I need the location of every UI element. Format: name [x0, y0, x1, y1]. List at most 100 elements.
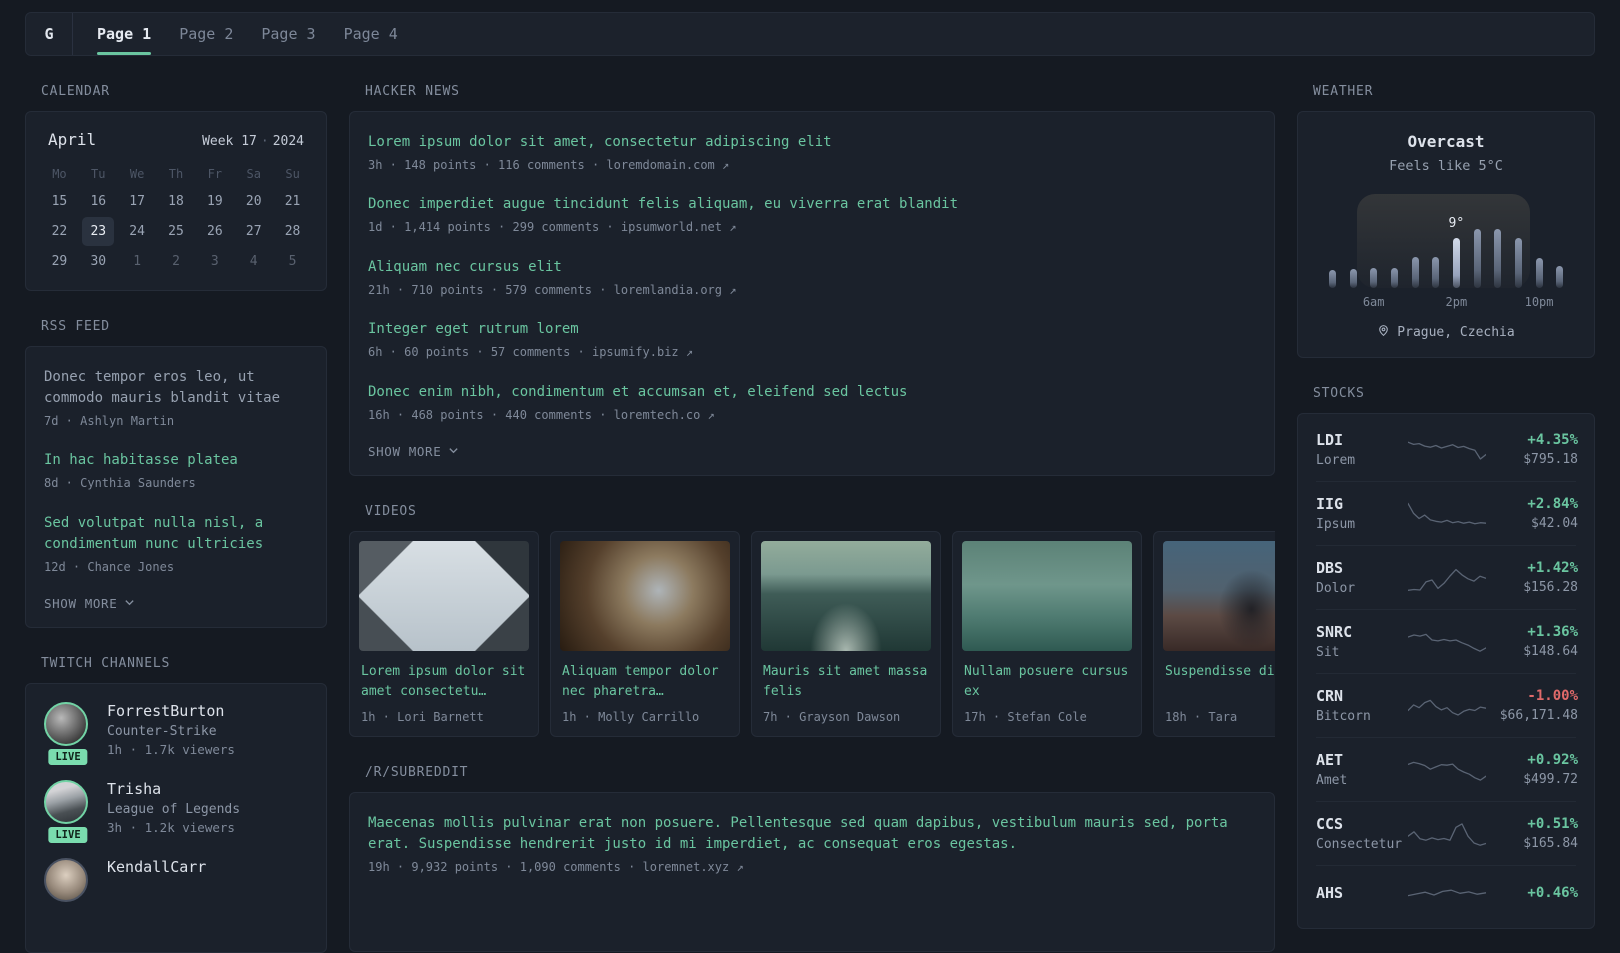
- weather-card: Overcast Feels like 5°C 6am 9° 2pm 10pm …: [1297, 111, 1595, 358]
- subreddit-post-title[interactable]: Maecenas mollis pulvinar erat non posuer…: [368, 813, 1256, 855]
- stock-row[interactable]: LDI Lorem +4.35% $795.18: [1316, 418, 1578, 481]
- video-title[interactable]: Aliquam tempor dolor nec pharetra…: [562, 662, 728, 702]
- video-thumbnail[interactable]: [1163, 540, 1275, 651]
- twitch-channel-name[interactable]: KendallCarr: [107, 858, 206, 876]
- chevron-down-icon: [124, 596, 135, 611]
- twitch-card: LIVE ForrestBurton Counter-Strike 1h · 1…: [25, 683, 327, 953]
- stocks-widget-title: STOCKS: [1313, 386, 1365, 401]
- avatar[interactable]: [44, 858, 88, 903]
- calendar-day: 23: [82, 217, 115, 246]
- right-column: WEATHER Overcast Feels like 5°C 6am 9° 2…: [1297, 84, 1595, 929]
- calendar-year: 2024: [272, 134, 304, 149]
- video-card[interactable]: Suspendisse diam 18h · Tara: [1153, 530, 1275, 737]
- weather-location-label: Prague, Czechia: [1397, 325, 1515, 340]
- weekday-label: Fr: [207, 167, 223, 181]
- twitch-channel-category[interactable]: League of Legends: [107, 802, 240, 817]
- twitch-widget: TWITCH CHANNELS LIVE ForrestBurton Count…: [25, 656, 327, 953]
- hackernews-item-title[interactable]: Donec enim nibh, condimentum et accumsan…: [368, 382, 1256, 403]
- stock-row[interactable]: CCS Consectetur +0.51% $165.84: [1316, 801, 1578, 865]
- stock-change: +0.51%: [1527, 816, 1578, 832]
- hackernews-item-title[interactable]: Integer eget rutrum lorem: [368, 319, 1256, 340]
- calendar-day: 4: [249, 254, 258, 269]
- hour-slot: 10pm: [1525, 200, 1554, 309]
- twitch-channel-row[interactable]: LIVE KendallCarr: [44, 858, 308, 914]
- temperature-bar: [1349, 268, 1357, 288]
- rss-show-more-button[interactable]: SHOW MORE: [44, 596, 308, 611]
- stock-symbol: DBS: [1316, 559, 1344, 577]
- video-title[interactable]: Suspendisse diam: [1165, 662, 1275, 702]
- stock-row[interactable]: IIG Ipsum +2.84% $42.04: [1316, 481, 1578, 545]
- video-card[interactable]: Nullam posuere cursus ex 17h · Stefan Co…: [952, 530, 1142, 737]
- hackernews-list: Lorem ipsum dolor sit amet, consectetur …: [368, 132, 1256, 424]
- twitch-channel-info: Trisha League of Legends 3h · 1.2k viewe…: [107, 780, 240, 836]
- weather-feels-like: Feels like 5°C: [1389, 158, 1503, 174]
- twitch-channel-name[interactable]: ForrestBurton: [107, 702, 235, 720]
- stock-row[interactable]: AHS +0.46%: [1316, 865, 1578, 924]
- avatar[interactable]: [44, 702, 88, 747]
- video-title[interactable]: Nullam posuere cursus ex: [964, 662, 1130, 702]
- hackernews-item-title[interactable]: Aliquam nec cursus elit: [368, 257, 1256, 278]
- stock-sparkline: [1408, 434, 1486, 466]
- hackernews-card: Lorem ipsum dolor sit amet, consectetur …: [349, 111, 1275, 476]
- twitch-widget-title: TWITCH CHANNELS: [41, 656, 171, 672]
- hour-slot: [1487, 200, 1508, 288]
- stock-row[interactable]: CRN Bitcorn -1.00% $66,171.48: [1316, 673, 1578, 737]
- video-card[interactable]: Lorem ipsum dolor sit amet consectetu… 1…: [349, 530, 539, 737]
- video-thumbnail[interactable]: [962, 540, 1132, 651]
- calendar-day: 5: [288, 254, 297, 269]
- calendar-widget-title: CALENDAR: [41, 84, 110, 99]
- video-title[interactable]: Mauris sit amet massa felis: [763, 662, 929, 702]
- stock-name: Lorem: [1316, 453, 1356, 468]
- hackernews-show-more-button[interactable]: SHOW MORE: [368, 444, 1256, 459]
- calendar-day: 28: [284, 224, 301, 239]
- video-thumbnail[interactable]: [761, 540, 931, 651]
- app-logo[interactable]: G: [26, 13, 72, 55]
- hackernews-item-title[interactable]: Lorem ipsum dolor sit amet, consectetur …: [368, 132, 1256, 153]
- stock-sparkline: [1408, 626, 1486, 658]
- temperature-bar: 9°: [1449, 216, 1464, 288]
- hour-slot: 6am: [1363, 200, 1385, 309]
- hackernews-item-meta: 1d · 1,414 points · 299 comments · ipsum…: [368, 220, 737, 235]
- video-thumbnail[interactable]: [359, 540, 529, 651]
- video-card[interactable]: Aliquam tempor dolor nec pharetra… 1h · …: [550, 530, 740, 737]
- stock-identity: LDI Lorem: [1316, 431, 1408, 468]
- live-badge: LIVE: [46, 747, 90, 768]
- page-tab[interactable]: Page 4: [330, 13, 412, 55]
- hour-slot: [1322, 200, 1343, 288]
- avatar[interactable]: [44, 780, 88, 825]
- calendar-day: 30: [90, 254, 107, 269]
- separator-dot: ·: [260, 134, 269, 149]
- video-thumbnail[interactable]: [560, 540, 730, 651]
- stocks-widget: STOCKS LDI Lorem +4.35% $795.18 IIG Ipsu…: [1297, 386, 1595, 929]
- page-tab[interactable]: Page 2: [165, 13, 247, 55]
- calendar-day: 27: [245, 224, 262, 239]
- twitch-channel-name[interactable]: Trisha: [107, 780, 240, 798]
- temperature-bar: [1432, 257, 1440, 288]
- page-tab[interactable]: Page 1: [83, 13, 165, 55]
- rss-item-title[interactable]: In hac habitasse platea: [44, 450, 308, 471]
- hackernews-item-meta: 16h · 468 points · 440 comments · loremt…: [368, 407, 715, 422]
- stock-price: $499.72: [1523, 772, 1578, 787]
- hour-label: 10pm: [1524, 295, 1554, 309]
- calendar-day: 24: [129, 224, 145, 239]
- rss-item-title[interactable]: Sed volutpat nulla nisl, a condimentum n…: [44, 513, 308, 555]
- stock-symbol: CRN: [1316, 687, 1344, 705]
- stock-values: +1.36% $148.64: [1486, 624, 1578, 659]
- stock-row[interactable]: DBS Dolor +1.42% $156.28: [1316, 545, 1578, 609]
- twitch-channel-category[interactable]: Counter-Strike: [107, 724, 235, 739]
- weekday-label: Mo: [52, 167, 67, 181]
- hackernews-item-title[interactable]: Donec imperdiet augue tincidunt felis al…: [368, 194, 1256, 215]
- stock-row[interactable]: SNRC Sit +1.36% $148.64: [1316, 609, 1578, 673]
- hackernews-item-meta: 6h · 60 points · 57 comments · ipsumify.…: [368, 345, 694, 360]
- hour-label: 2pm: [1445, 295, 1468, 309]
- stock-identity: DBS Dolor: [1316, 559, 1408, 596]
- video-card[interactable]: Mauris sit amet massa felis 7h · Grayson…: [751, 530, 941, 737]
- rss-item-title[interactable]: Donec tempor eros leo, ut commodo mauris…: [44, 367, 308, 409]
- rss-list: Donec tempor eros leo, ut commodo mauris…: [44, 367, 308, 576]
- video-title[interactable]: Lorem ipsum dolor sit amet consectetu…: [361, 662, 527, 702]
- twitch-channel-row[interactable]: LIVE ForrestBurton Counter-Strike 1h · 1…: [44, 702, 308, 768]
- twitch-channel-row[interactable]: LIVE Trisha League of Legends 3h · 1.2k …: [44, 780, 308, 846]
- stock-row[interactable]: AET Amet +0.92% $499.72: [1316, 737, 1578, 801]
- page-tab[interactable]: Page 3: [247, 13, 329, 55]
- show-more-label: SHOW MORE: [368, 443, 442, 459]
